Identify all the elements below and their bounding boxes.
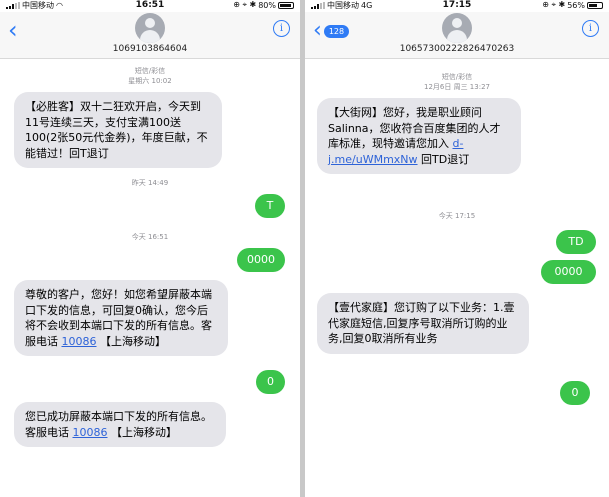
message-type-label: 短信/彩信 bbox=[441, 73, 473, 81]
phone-link[interactable]: 10086 bbox=[73, 426, 108, 439]
message-text: 【上海移动】 bbox=[107, 425, 177, 439]
contact-avatar-icon[interactable] bbox=[442, 13, 472, 43]
info-icon[interactable]: i bbox=[582, 20, 599, 37]
contact-number[interactable]: 1069103864604 bbox=[0, 44, 300, 54]
conversation-header: ‹ 128 10657300222826470263 i bbox=[305, 12, 609, 59]
received-message: 【必胜客】双十二狂欢开启，今天到11号连续三天，支付宝满100送100(2张50… bbox=[14, 92, 222, 168]
sent-message: 0 bbox=[560, 381, 590, 405]
status-bar: 中国移动 4G 17:15 ⊕ ⌖ ✱ 56% bbox=[305, 0, 609, 12]
received-message: 您已成功屏蔽本端口下发的所有信息。客服电话 10086 【上海移动】 bbox=[14, 402, 226, 447]
sent-message: 0 bbox=[256, 370, 285, 394]
timestamp-label: 今天 16:51 bbox=[131, 233, 169, 241]
battery-icon bbox=[278, 1, 294, 9]
message-type-label: 短信/彩信 bbox=[134, 67, 166, 75]
back-button[interactable]: ‹ 128 bbox=[313, 18, 350, 43]
timestamp-label: 昨天 14:49 bbox=[131, 179, 169, 187]
contact-number[interactable]: 10657300222826470263 bbox=[305, 44, 609, 54]
timestamp-label: 星期六 10:02 bbox=[128, 77, 172, 85]
conversation-header: ‹ 1069103864604 i bbox=[0, 12, 300, 59]
back-chevron-icon: ‹ bbox=[313, 18, 322, 43]
timestamp-label: 今天 17:15 bbox=[438, 212, 476, 220]
sent-message: 0000 bbox=[237, 248, 285, 272]
message-text: 【上海移动】 bbox=[96, 334, 166, 348]
status-icons: ⊕ ⌖ ✱ bbox=[233, 0, 257, 9]
status-bar: 中国移动 ◠ 16:51 ⊕ ⌖ ✱ 80% bbox=[0, 0, 300, 12]
unread-count-badge: 128 bbox=[323, 24, 350, 38]
sent-message: T bbox=[255, 194, 285, 218]
timestamp-header: 短信/彩信 星期六 10:02 bbox=[0, 66, 300, 86]
timestamp-header: 短信/彩信 12月6日 周三 13:27 bbox=[305, 72, 609, 92]
received-message: 【壹代家庭】您订购了以下业务：1.壹代家庭短信,回复序号取消所订购的业务,回复0… bbox=[317, 293, 529, 354]
contact-avatar-icon[interactable] bbox=[135, 13, 165, 43]
message-text: 回TD退订 bbox=[417, 152, 470, 166]
sent-message: 0000 bbox=[541, 260, 596, 284]
phone-link[interactable]: 10086 bbox=[62, 335, 97, 348]
back-chevron-icon[interactable]: ‹ bbox=[8, 18, 18, 42]
message-text: 【大街网】您好，我是职业顾问Salinna，您收符合百度集团的人才库标准，现特邀… bbox=[328, 106, 501, 150]
battery-icon bbox=[587, 1, 603, 9]
received-message: 【大街网】您好，我是职业顾问Salinna，您收符合百度集团的人才库标准，现特邀… bbox=[317, 98, 521, 174]
status-icons: ⊕ ⌖ ✱ bbox=[542, 0, 566, 9]
received-message: 尊敬的客户，您好！如您希望屏蔽本端口下发的信息，可回复0确认，您今后将不会收到本… bbox=[14, 280, 228, 356]
battery-percent: 80% bbox=[258, 0, 276, 10]
sent-message: TD bbox=[556, 230, 596, 254]
info-icon[interactable]: i bbox=[273, 20, 290, 37]
right-phone-screen: 中国移动 4G 17:15 ⊕ ⌖ ✱ 56% ‹ 128 1065730022… bbox=[305, 0, 609, 497]
battery-percent: 56% bbox=[567, 0, 585, 10]
left-phone-screen: 中国移动 ◠ 16:51 ⊕ ⌖ ✱ 80% ‹ 1069103864604 i… bbox=[0, 0, 300, 497]
timestamp-label: 12月6日 周三 13:27 bbox=[424, 83, 490, 91]
